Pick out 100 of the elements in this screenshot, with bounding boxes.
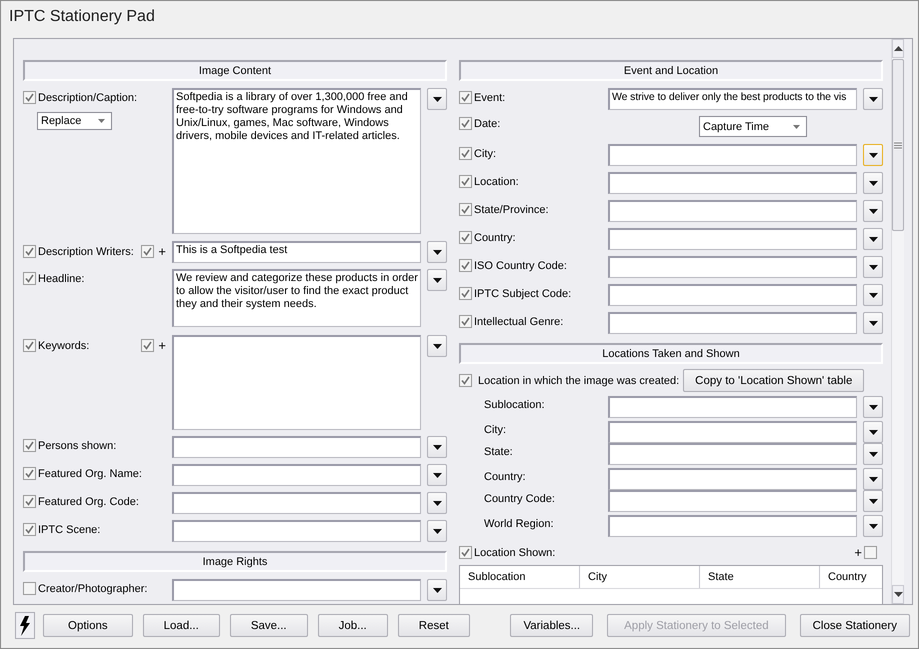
dropdown-button[interactable]: [427, 335, 447, 357]
dropdown-button[interactable]: [863, 228, 883, 250]
dropdown-button[interactable]: [863, 421, 883, 443]
append-symbol: +: [158, 338, 166, 353]
copy-button[interactable]: Copy to 'Location Shown' table: [683, 369, 864, 392]
checkbox[interactable]: [23, 582, 36, 595]
checkbox[interactable]: [23, 272, 36, 285]
toolbar-button[interactable]: Close Stationery: [800, 614, 910, 637]
dropdown-button[interactable]: [863, 312, 883, 334]
dropdown-button[interactable]: [863, 515, 883, 537]
dropdown-button[interactable]: [863, 200, 883, 222]
text-field[interactable]: [608, 312, 857, 334]
checkbox[interactable]: [141, 245, 154, 258]
text-field[interactable]: [608, 515, 857, 537]
text-field[interactable]: [608, 172, 857, 194]
dropdown-button[interactable]: [863, 490, 883, 512]
text-field[interactable]: [172, 520, 421, 542]
toolbar-button[interactable]: Job...: [318, 614, 388, 637]
checkbox[interactable]: [459, 203, 472, 216]
checkbox[interactable]: [23, 91, 36, 104]
dropdown-button[interactable]: [863, 468, 883, 490]
text-field[interactable]: [608, 490, 857, 512]
checkbox[interactable]: [459, 287, 472, 300]
field-label: Description Writers:: [38, 246, 134, 258]
column-header[interactable]: State: [700, 566, 820, 588]
field-label: City:: [483, 424, 507, 436]
checkbox[interactable]: [23, 339, 36, 352]
checkbox[interactable]: [459, 374, 472, 387]
text-field[interactable]: [608, 396, 857, 418]
section-heading: Locations Taken and Shown: [459, 343, 883, 364]
text-field[interactable]: [172, 579, 421, 601]
text-area[interactable]: We review and categorize these products in order to allow the visitor/user to find the exact product they and their system needs.: [172, 269, 421, 327]
dropdown-button[interactable]: [427, 492, 447, 514]
checkbox[interactable]: [864, 546, 877, 559]
scroll-up-button[interactable]: [892, 39, 904, 58]
checkbox[interactable]: [459, 117, 472, 130]
dropdown-button[interactable]: [863, 88, 883, 110]
text-field[interactable]: This is a Softpedia test: [172, 241, 421, 263]
section-heading: Image Content: [23, 60, 447, 81]
text-field[interactable]: [608, 256, 857, 278]
dropdown-button[interactable]: [863, 144, 883, 166]
caret-icon: [868, 152, 878, 158]
scroll-down-button[interactable]: [892, 585, 904, 604]
dropdown-button[interactable]: [427, 464, 447, 486]
checkbox[interactable]: [459, 175, 472, 188]
text-field[interactable]: [608, 443, 857, 465]
text-field[interactable]: [608, 468, 857, 490]
checkbox[interactable]: [141, 339, 154, 352]
checkbox[interactable]: [459, 259, 472, 272]
down-arrow-icon: [894, 592, 902, 597]
toolbar-button[interactable]: Variables...: [510, 614, 594, 637]
toolbar-button[interactable]: Save...: [230, 614, 308, 637]
checkbox[interactable]: [23, 439, 36, 452]
checkbox[interactable]: [23, 523, 36, 536]
text-field[interactable]: [608, 284, 857, 306]
dropdown-button[interactable]: [863, 172, 883, 194]
field-label: Keywords:: [38, 340, 90, 352]
checkbox[interactable]: [23, 467, 36, 480]
field-label: Sublocation:: [483, 399, 546, 411]
dropdown-button[interactable]: [863, 443, 883, 465]
field-label: ISO Country Code:: [474, 260, 567, 272]
dropdown-button[interactable]: [863, 396, 883, 418]
checkbox[interactable]: [23, 495, 36, 508]
column-header[interactable]: Sublocation: [460, 566, 580, 588]
checkbox[interactable]: [459, 546, 472, 559]
text-field[interactable]: [608, 228, 857, 250]
toolbar-button[interactable]: Reset: [398, 614, 470, 637]
caret-icon: [432, 500, 442, 506]
column-header[interactable]: City: [580, 566, 700, 588]
checkbox[interactable]: [23, 245, 36, 258]
date-dropdown[interactable]: Capture Time: [699, 116, 807, 137]
dropdown-button[interactable]: [863, 284, 883, 306]
checkbox[interactable]: [459, 231, 472, 244]
text-field[interactable]: We strive to deliver only the best products to the vis: [608, 88, 857, 110]
dropdown-button[interactable]: [863, 256, 883, 278]
column-header[interactable]: Country: [820, 566, 882, 588]
toolbar-button[interactable]: Load...: [142, 614, 220, 637]
scrollbar-thumb[interactable]: [892, 59, 904, 231]
mode-dropdown[interactable]: Replace: [37, 112, 112, 130]
dropdown-button[interactable]: [427, 579, 447, 601]
lightning-button[interactable]: [15, 612, 35, 639]
text-field[interactable]: [172, 436, 421, 458]
checkbox[interactable]: [459, 147, 472, 160]
field-label: IPTC Scene:: [38, 524, 100, 536]
checkbox[interactable]: [459, 91, 472, 104]
dropdown-button[interactable]: [427, 436, 447, 458]
text-field[interactable]: [608, 421, 857, 443]
text-field[interactable]: [172, 492, 421, 514]
checkbox[interactable]: [459, 315, 472, 328]
caret-icon: [432, 96, 442, 102]
text-field[interactable]: [608, 200, 857, 222]
text-area[interactable]: [172, 335, 421, 430]
dropdown-button[interactable]: [427, 88, 447, 110]
dropdown-button[interactable]: [427, 269, 447, 291]
dropdown-button[interactable]: [427, 241, 447, 263]
toolbar-button[interactable]: Options: [43, 614, 133, 637]
text-field[interactable]: [172, 464, 421, 486]
text-field[interactable]: [608, 144, 857, 166]
dropdown-button[interactable]: [427, 520, 447, 542]
text-area[interactable]: Softpedia is a library of over 1,300,000 free and free-to-try software programs for Windows and Unix/Linux, games, Mac software, Windows drivers, mobile devices and IT-related articles.: [172, 88, 421, 234]
